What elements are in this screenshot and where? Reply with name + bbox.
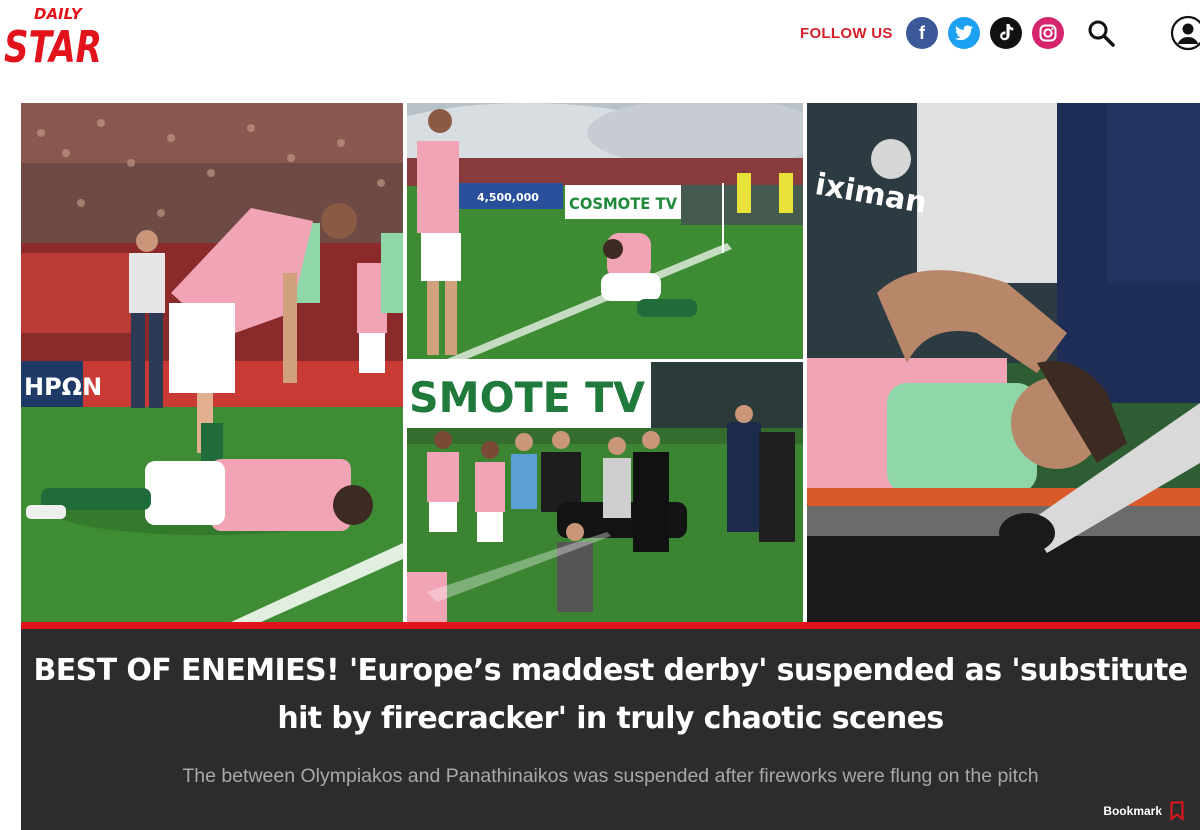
article-standfirst: The between Olympiakos and Panathinaikos… <box>182 765 1039 787</box>
article-card[interactable]: BEST OF ENEMIES! 'Europe’s maddest derby… <box>21 622 1200 830</box>
account-icon[interactable] <box>1170 15 1200 51</box>
bookmark-label: Bookmark <box>1103 804 1162 818</box>
bookmark-button[interactable]: Bookmark <box>1103 801 1184 822</box>
facebook-glyph: f <box>919 22 925 43</box>
site-header: DAILY STAR FOLLOW US f <box>0 0 1200 80</box>
tiktok-icon[interactable] <box>990 17 1022 49</box>
facebook-icon[interactable]: f <box>906 17 938 49</box>
instagram-icon[interactable] <box>1032 17 1064 49</box>
svg-text:DAILY: DAILY <box>34 5 84 23</box>
svg-text:STAR: STAR <box>4 22 102 68</box>
follow-us-label: FOLLOW US <box>800 25 893 42</box>
bookmark-icon <box>1170 801 1184 822</box>
svg-text:SMOTE TV: SMOTE TV <box>409 373 645 422</box>
hero-image-stadium-smoke: 4,500,000 COSMOTE TV <box>407 103 803 359</box>
article-headline[interactable]: BEST OF ENEMIES! 'Europe’s maddest derby… <box>33 647 1189 743</box>
svg-text:ΗΡΩΝ: ΗΡΩΝ <box>24 373 102 401</box>
hero-image-collage[interactable]: ΗΡΩΝ 4,500,000 COSMOTE TV SMOTE TV ixima… <box>21 103 1200 622</box>
svg-text:COSMOTE TV: COSMOTE TV <box>569 194 678 213</box>
hero-image-stretcher: iximan <box>807 103 1200 622</box>
search-icon[interactable] <box>1086 18 1116 48</box>
daily-star-logo[interactable]: DAILY STAR <box>4 4 104 68</box>
svg-text:4,500,000: 4,500,000 <box>477 191 539 204</box>
twitter-icon[interactable] <box>948 17 980 49</box>
hero-image-player-down: ΗΡΩΝ <box>21 103 403 622</box>
hero-image-players-gather: SMOTE TV <box>407 362 803 622</box>
